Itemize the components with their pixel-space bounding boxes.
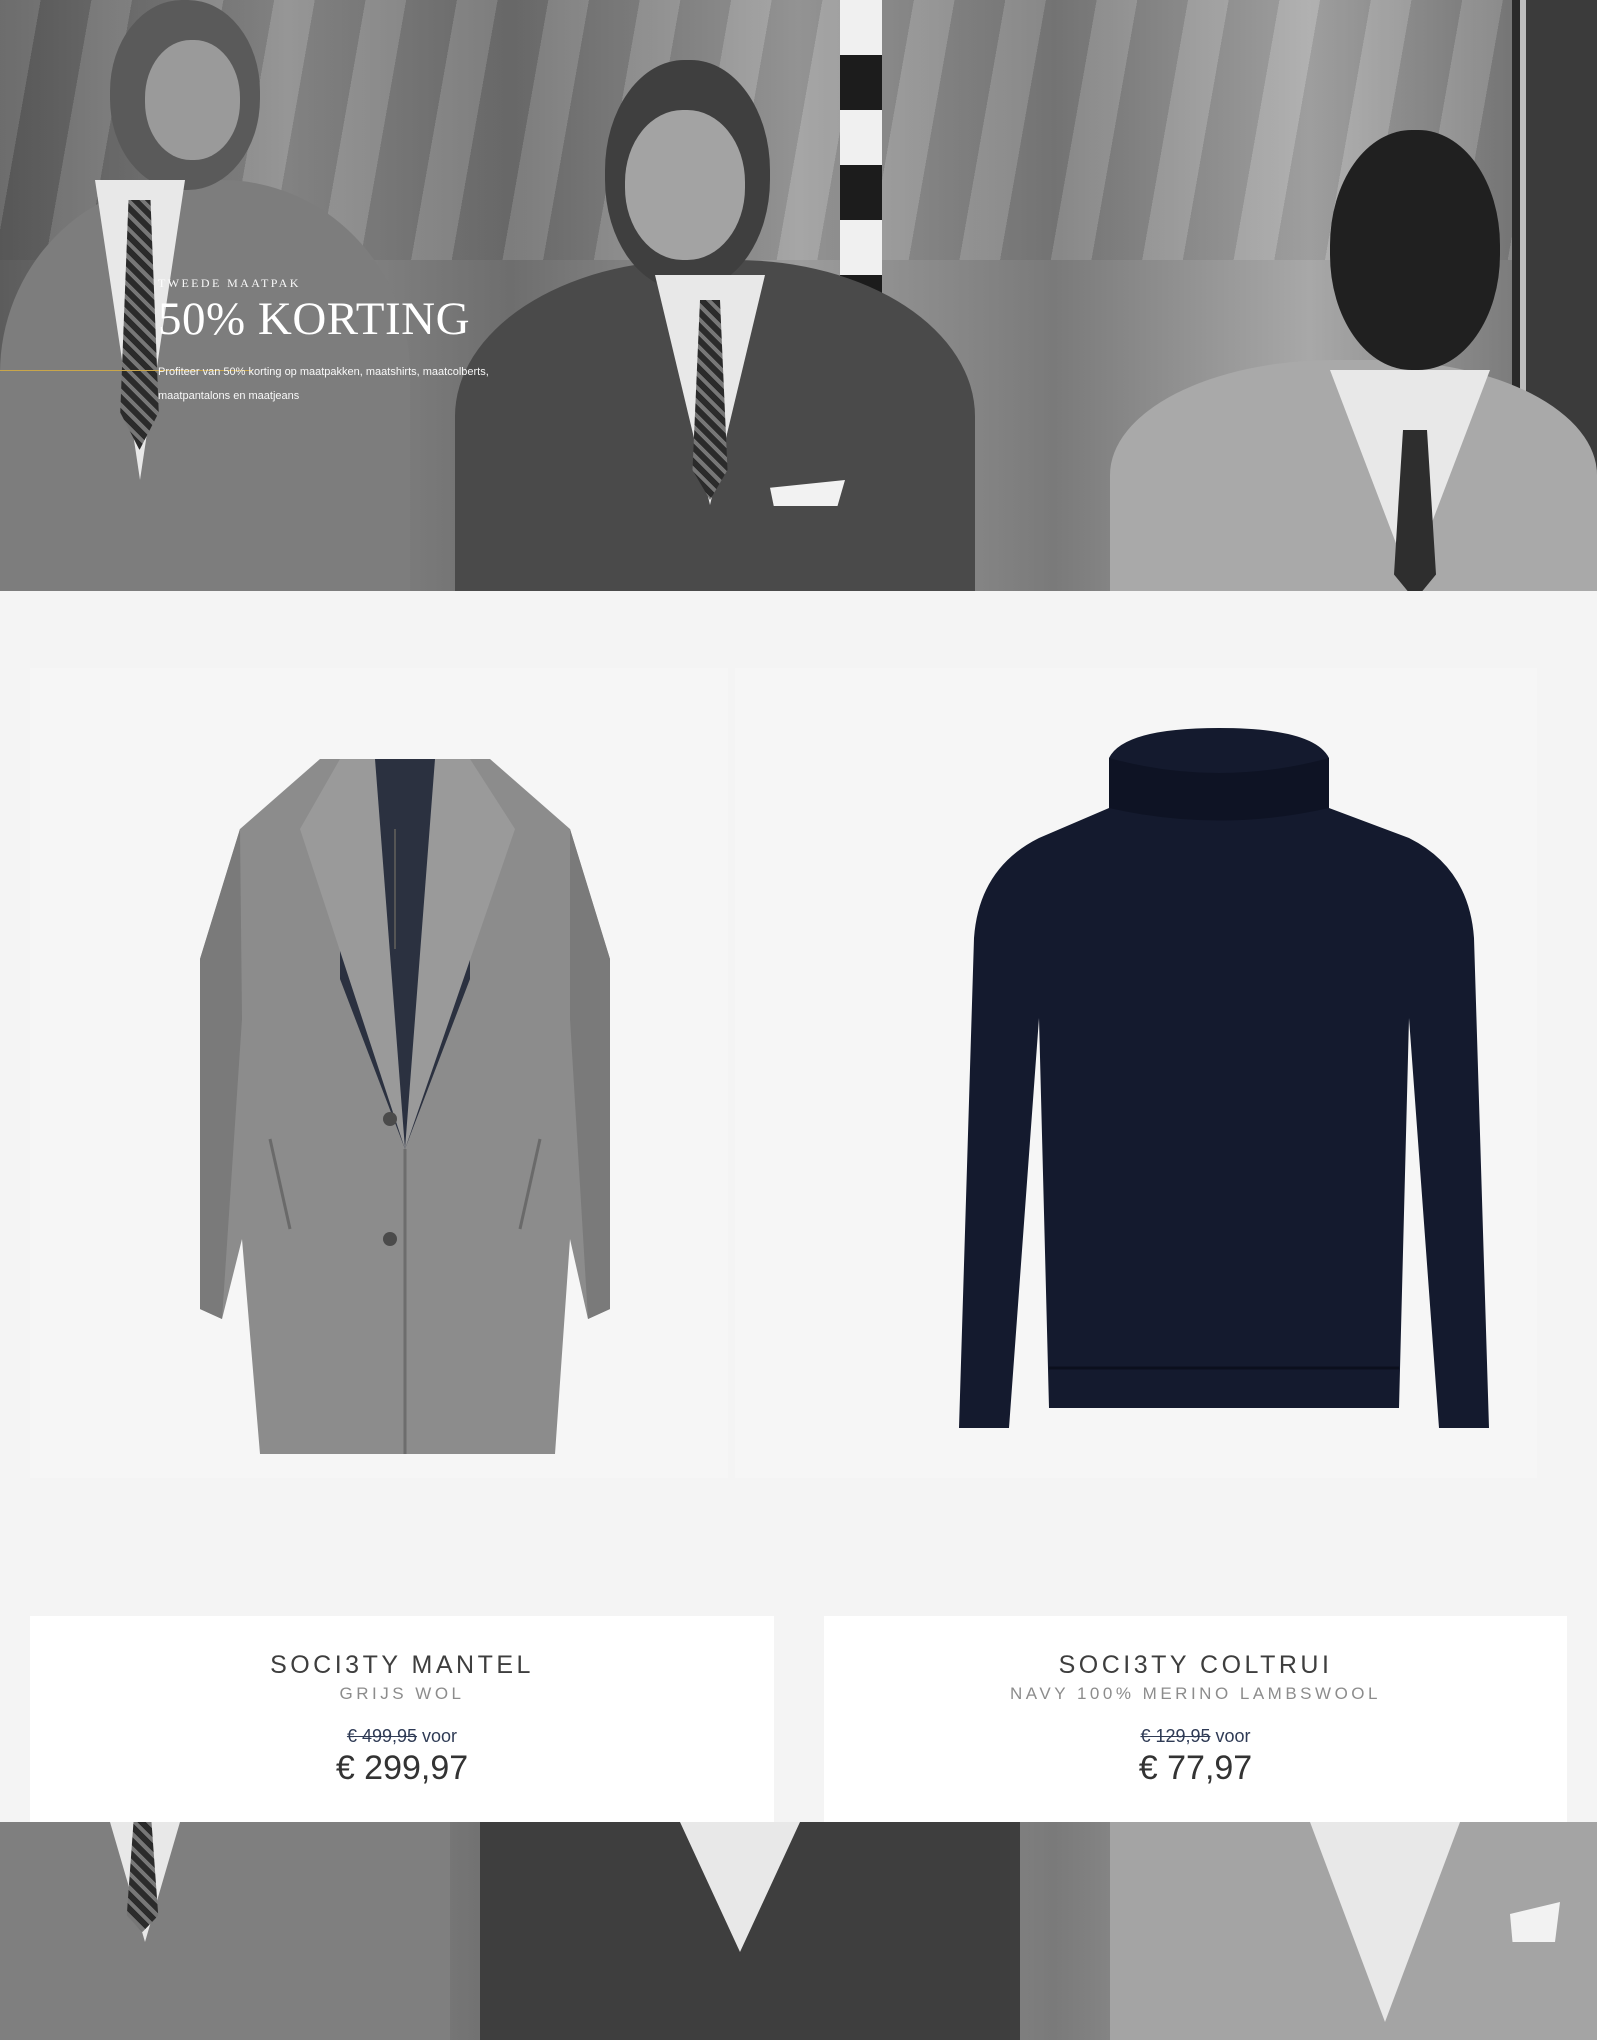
product-image-sweater[interactable] bbox=[735, 668, 1537, 1478]
model-center-torso bbox=[480, 1822, 1020, 2040]
product-card-sweater[interactable]: SOCI3TY COLTRUI NAVY 100% MERINO LAMBSWO… bbox=[824, 1616, 1567, 1822]
old-price: € 129,95 bbox=[1140, 1726, 1211, 1746]
hero-eyebrow: TWEEDE MAATPAK bbox=[158, 276, 301, 290]
product-subtitle: NAVY 100% MERINO LAMBSWOOL bbox=[1010, 1684, 1381, 1703]
product-name[interactable]: SOCI3TY COLTRUI bbox=[824, 1651, 1567, 1680]
hero-body: Profiteer van 50% korting op maatpakken,… bbox=[158, 366, 489, 403]
price-connector: voor bbox=[1215, 1726, 1251, 1746]
old-price: € 499,95 bbox=[346, 1726, 418, 1746]
product-name[interactable]: SOCI3TY MANTEL bbox=[30, 1651, 774, 1680]
product-subtitle: GRIJS WOL bbox=[339, 1684, 465, 1703]
navy-turtleneck-sweater-icon bbox=[959, 728, 1489, 1428]
product-image-coat[interactable] bbox=[30, 668, 728, 1478]
model-left-torso bbox=[0, 1822, 450, 2040]
model-center bbox=[455, 60, 975, 591]
price-connector: voor bbox=[422, 1726, 458, 1746]
old-price-row: € 499,95 voor bbox=[30, 1726, 774, 1747]
grey-wool-coat-icon bbox=[200, 759, 610, 1454]
new-price: € 299,97 bbox=[335, 1749, 469, 1787]
old-price-row: € 129,95 voor bbox=[824, 1726, 1567, 1747]
hero-banner[interactable]: TWEEDE MAATPAK 50% KORTING Profiteer van… bbox=[0, 0, 1597, 591]
new-price: € 77,97 bbox=[1138, 1749, 1253, 1787]
hero-headline: 50% KORTING bbox=[158, 293, 471, 345]
hero-copy: TWEEDE MAATPAK 50% KORTING Profiteer van… bbox=[158, 276, 518, 408]
footer-banner[interactable] bbox=[0, 1822, 1597, 2040]
model-right-torso bbox=[1110, 1822, 1597, 2040]
product-card-coat[interactable]: SOCI3TY MANTEL GRIJS WOL € 499,95 voor €… bbox=[30, 1616, 774, 1822]
model-right bbox=[1110, 130, 1597, 591]
